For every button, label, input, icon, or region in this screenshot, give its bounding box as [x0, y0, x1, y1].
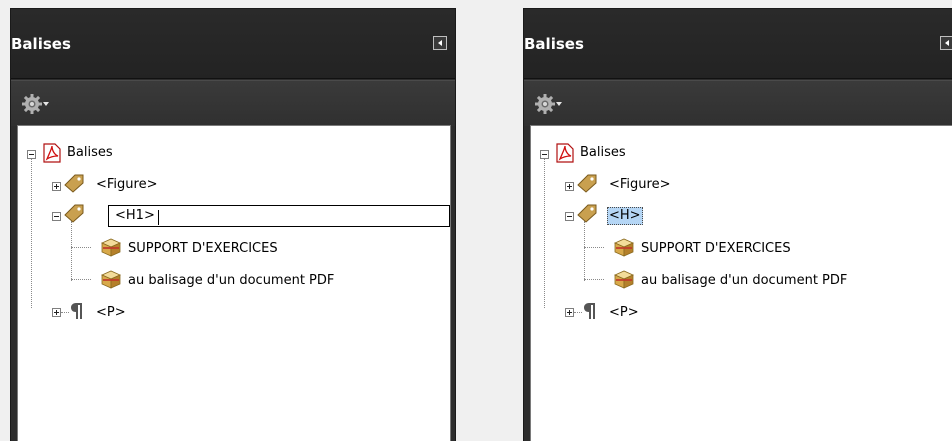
content-box-icon: [101, 238, 121, 257]
tree-item-figure[interactable]: <Figure>: [96, 177, 157, 193]
tree-item-root[interactable]: Balises: [580, 145, 626, 161]
options-menu-button[interactable]: [21, 93, 65, 115]
tag-icon: [64, 204, 84, 223]
tree-connector: [584, 247, 604, 248]
options-menu-button[interactable]: [534, 93, 578, 115]
tag-icon: [577, 174, 597, 193]
pdf-document-icon: [43, 143, 61, 163]
tag-tree: Balises <Figure> <H> SUPPORT D'EXERCICES: [530, 125, 952, 441]
chevron-down-icon: [43, 102, 49, 106]
tag-rename-input[interactable]: <H1>: [108, 205, 450, 227]
collapse-toggle[interactable]: [52, 212, 61, 221]
tags-panel-left: Balises Balises <Figure> <H1> SUPPORT D'…: [10, 8, 456, 441]
tree-item-content[interactable]: SUPPORT D'EXERCICES: [128, 241, 278, 257]
tree-item-content[interactable]: au balisage d'un document PDF: [641, 273, 847, 289]
tree-item-figure[interactable]: <Figure>: [609, 177, 670, 193]
tree-connector: [544, 156, 545, 308]
panel-header: Balises: [11, 9, 455, 79]
pilcrow-icon: [584, 303, 595, 319]
tree-item-content[interactable]: au balisage d'un document PDF: [128, 273, 334, 289]
collapse-panel-button[interactable]: [433, 36, 447, 50]
content-box-icon: [614, 238, 634, 257]
collapse-toggle[interactable]: [565, 212, 574, 221]
tree-item-paragraph[interactable]: <P>: [609, 305, 639, 321]
text-caret: [158, 210, 159, 225]
tree-connector: [584, 221, 585, 281]
panel-toolbar: [524, 80, 952, 126]
expand-toggle[interactable]: [52, 308, 61, 317]
collapse-toggle[interactable]: [540, 150, 549, 159]
tree-connector: [31, 156, 32, 308]
expand-toggle[interactable]: [565, 182, 574, 191]
tree-connector: [71, 221, 72, 281]
panel-title: Balises: [524, 35, 584, 53]
tree-connector: [71, 279, 91, 280]
collapse-panel-button[interactable]: [940, 36, 952, 50]
tree-item-content[interactable]: SUPPORT D'EXERCICES: [641, 241, 791, 257]
tree-item-root[interactable]: Balises: [67, 145, 113, 161]
tree-item-heading-selected[interactable]: <H>: [607, 207, 643, 225]
pdf-document-icon: [556, 143, 574, 163]
tree-item-paragraph[interactable]: <P>: [96, 305, 126, 321]
panel-toolbar: [11, 80, 455, 126]
panel-title: Balises: [11, 35, 71, 53]
gear-icon: [535, 94, 562, 114]
tree-connector: [71, 247, 91, 248]
content-box-icon: [614, 270, 634, 289]
tree-connector: [584, 279, 604, 280]
expand-toggle[interactable]: [52, 182, 61, 191]
tag-icon: [577, 204, 597, 223]
content-box-icon: [101, 270, 121, 289]
collapse-toggle[interactable]: [27, 150, 36, 159]
left-arrow-icon: [945, 40, 949, 46]
tree-connector: [61, 312, 69, 313]
panel-header: Balises: [524, 9, 952, 79]
tags-panel-right: Balises Balises <Figure> <H> SUPPORT D'E…: [523, 8, 952, 441]
expand-toggle[interactable]: [565, 308, 574, 317]
tag-rename-value: <H1>: [115, 208, 155, 223]
left-arrow-icon: [438, 40, 442, 46]
tag-tree: Balises <Figure> <H1> SUPPORT D'EXERCICE…: [17, 125, 451, 441]
gear-icon: [22, 94, 49, 114]
chevron-down-icon: [556, 102, 562, 106]
tag-icon: [64, 174, 84, 193]
pilcrow-icon: [71, 303, 82, 319]
tree-connector: [574, 312, 582, 313]
